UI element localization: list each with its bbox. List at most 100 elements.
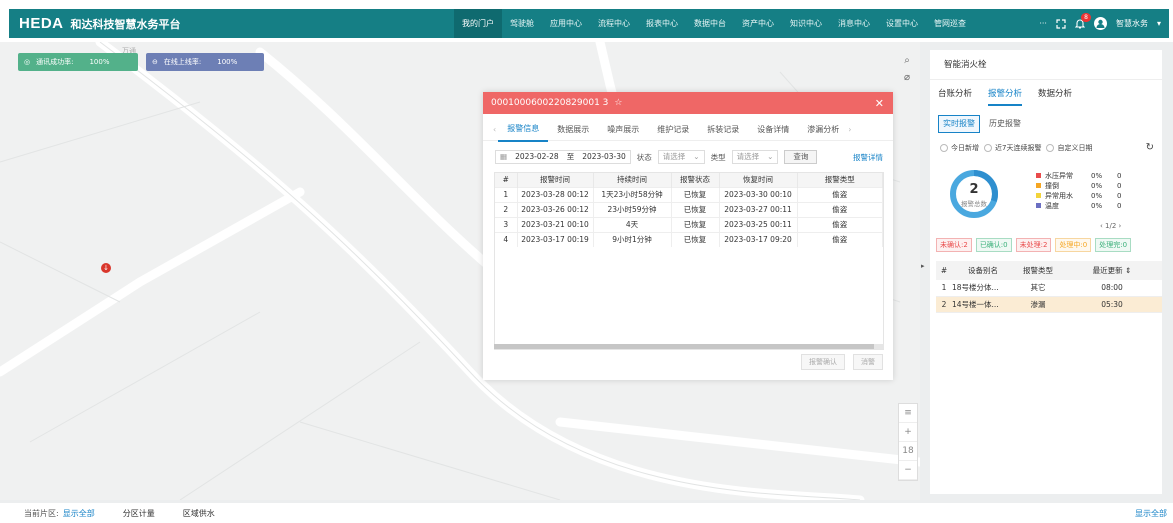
cell: 4 <box>495 231 518 247</box>
fullscreen-icon[interactable] <box>1056 18 1066 29</box>
tab-install-record[interactable]: 拆装记录 <box>698 119 748 141</box>
top-header-area: HEDA 和达科技智慧水务平台 我的门户 驾驶舱 应用中心 流程中心 报表中心 … <box>0 0 1173 42</box>
tab-zone-metering[interactable]: 分区计量 <box>123 508 155 519</box>
chevron-left-icon[interactable]: ‹ <box>493 125 496 134</box>
legend-pct: 0% <box>1091 202 1103 210</box>
tab-maintenance[interactable]: 维护记录 <box>648 119 698 141</box>
show-all-link[interactable]: 显示全部 <box>1135 508 1167 519</box>
nav-item-knowledge[interactable]: 知识中心 <box>782 9 830 38</box>
zoom-in-button[interactable]: + <box>899 423 917 442</box>
tag-processed[interactable]: 处理完:0 <box>1095 238 1132 252</box>
query-button[interactable]: 查询 <box>784 150 818 164</box>
cell: 05:30 <box>1062 296 1162 313</box>
nav-item-patrol[interactable]: 管网巡查 <box>926 9 974 38</box>
legend-pager[interactable]: ‹ 1/2 › <box>1100 222 1121 230</box>
table-row[interactable]: 2 14号楼一体... 渗漏 05:30 <box>936 296 1162 313</box>
chevron-right-icon[interactable]: › <box>848 125 851 134</box>
nav-item-apps[interactable]: 应用中心 <box>542 9 590 38</box>
tag-processing[interactable]: 处理中:0 <box>1055 238 1092 252</box>
avatar-icon[interactable] <box>1093 17 1107 30</box>
nav-item-assets[interactable]: 资产中心 <box>734 9 782 38</box>
close-icon[interactable]: ✕ <box>875 97 884 110</box>
eraser-icon[interactable]: ⌀ <box>904 72 910 83</box>
col-recover-time: 恢复时间 <box>719 173 798 187</box>
tab-data-analysis[interactable]: 数据分析 <box>1038 87 1072 106</box>
nav-item-data[interactable]: 数据中台 <box>686 9 734 38</box>
search-icon[interactable]: ⌕ <box>904 55 910 66</box>
tag-unconfirmed[interactable]: 未确认:2 <box>936 238 972 252</box>
layers-icon[interactable]: ≡ <box>899 404 917 423</box>
cell: 已恢复 <box>671 201 720 217</box>
cell: 2023-03-17 00:19 <box>517 231 594 247</box>
panel-collapse-icon[interactable]: ▸ <box>921 262 925 270</box>
col-alarm-type: 报警类型 <box>1014 261 1062 280</box>
more-menu[interactable]: ··· <box>1039 19 1047 28</box>
legend-name: 异常用水 <box>1045 192 1073 200</box>
dialog-footer: 报警确认 消警 <box>801 354 883 370</box>
legend-name: 温度 <box>1045 202 1059 210</box>
tab-alarm-analysis[interactable]: 报警分析 <box>988 87 1023 106</box>
tag-unprocessed[interactable]: 未处理:2 <box>1015 238 1052 252</box>
cell: 2023-03-26 00:12 <box>517 201 594 217</box>
tab-ledger-analysis[interactable]: 台账分析 <box>938 87 972 106</box>
notification-bell[interactable]: 8 <box>1074 13 1091 29</box>
legend-item: 撞倒 0% 0 <box>1036 181 1121 191</box>
refresh-icon[interactable]: ↻ <box>1146 142 1154 153</box>
cell: 2 <box>495 201 518 217</box>
table-row[interactable]: 1 2023-03-28 00:12 1天23小时58分钟 已恢复 2023-03-30… <box>495 186 883 202</box>
col-last-update[interactable]: 最近更新 ⇕ <box>1062 261 1162 280</box>
tab-alarm-info[interactable]: 报警信息 <box>498 118 549 142</box>
tag-confirmed[interactable]: 已确认:0 <box>975 238 1012 252</box>
tab-noise-display[interactable]: 噪声展示 <box>598 119 648 141</box>
bottom-bar: 当前片区: 显示全部 分区计量 区域供水 显示全部 <box>0 503 1173 523</box>
date-range-picker[interactable]: ▦ 2023-02-28 至 2023-03-30 <box>495 150 631 164</box>
table-row[interactable]: 3 2023-03-21 00:10 4天 已恢复 2023-03-25 00:11 偷盗 <box>495 216 883 232</box>
cell: 渗漏 <box>1014 296 1062 313</box>
dialog-header: 0001000600220829001 3 ☆ ✕ <box>483 92 893 114</box>
zoom-out-button[interactable]: − <box>899 461 917 480</box>
map-tools: ⌕ ⌀ <box>898 55 916 83</box>
cell: 2023-03-25 00:11 <box>719 216 798 232</box>
cell: 2 <box>936 296 952 313</box>
radio-today[interactable]: 今日新增 <box>940 143 979 153</box>
type-select[interactable]: 请选择 ⌄ <box>731 150 779 164</box>
legend-count: 0 <box>1117 192 1122 200</box>
status-placeholder: 请选择 <box>662 152 686 161</box>
nav-item-portal[interactable]: 我的门户 <box>454 9 502 38</box>
legend-count: 0 <box>1117 182 1122 190</box>
tab-history-alarm[interactable]: 历史报警 <box>984 115 1026 133</box>
table-row[interactable]: 2 2023-03-26 00:12 23小时59分钟 已恢复 2023-03-27 0… <box>495 201 883 217</box>
legend-item: 水压异常 0% 0 <box>1036 171 1121 181</box>
col-alarm-type: 报警类型 <box>797 173 883 187</box>
chevron-down-icon[interactable]: ▾ <box>1157 19 1161 28</box>
date-end: 2023-03-30 <box>582 152 626 161</box>
region-show-all-link[interactable]: 显示全部 <box>63 508 95 519</box>
confirm-alarm-button[interactable]: 报警确认 <box>801 354 845 370</box>
radio-7days[interactable]: 近7天连续报警 <box>984 143 1041 153</box>
table-row[interactable]: 1 18号楼分体... 其它 08:00 <box>936 280 1162 297</box>
nav-item-settings[interactable]: 设置中心 <box>878 9 926 38</box>
radio-custom[interactable]: 自定义日期 <box>1046 143 1092 153</box>
table-row[interactable]: 4 2023-03-17 00:19 9小时1分钟 已恢复 2023-03-17 09:… <box>495 231 883 247</box>
alarm-marker-icon[interactable]: ↓ <box>101 263 111 273</box>
dialog-tabs: ‹ 报警信息 数据展示 噪声展示 维护记录 拆装记录 设备详情 渗漏分析 › <box>483 118 893 142</box>
tab-leak-analysis[interactable]: 渗漏分析 <box>798 119 848 141</box>
status-select[interactable]: 请选择 ⌄ <box>657 150 705 164</box>
region-label: 当前片区: <box>24 508 59 518</box>
tab-realtime-alarm[interactable]: 实时报警 <box>938 115 980 133</box>
user-name[interactable]: 智慧水务 <box>1116 18 1148 29</box>
legend-name: 水压异常 <box>1045 172 1073 180</box>
clear-alarm-button[interactable]: 消警 <box>853 354 883 370</box>
nav-item-messages[interactable]: 消息中心 <box>830 9 878 38</box>
tab-data-display[interactable]: 数据展示 <box>548 119 598 141</box>
table-scrollbar[interactable] <box>494 344 884 349</box>
tab-area-supply[interactable]: 区域供水 <box>183 508 215 519</box>
tab-device-detail[interactable]: 设备详情 <box>748 119 798 141</box>
alarm-detail-link[interactable]: 报警详情 <box>853 152 883 163</box>
star-icon[interactable]: ☆ <box>614 98 622 108</box>
nav-item-workflow[interactable]: 流程中心 <box>590 9 638 38</box>
nav-item-reports[interactable]: 报表中心 <box>638 9 686 38</box>
radio-label: 近7天连续报警 <box>995 143 1042 152</box>
radio-label: 自定义日期 <box>1057 143 1093 152</box>
nav-item-cockpit[interactable]: 驾驶舱 <box>502 9 542 38</box>
